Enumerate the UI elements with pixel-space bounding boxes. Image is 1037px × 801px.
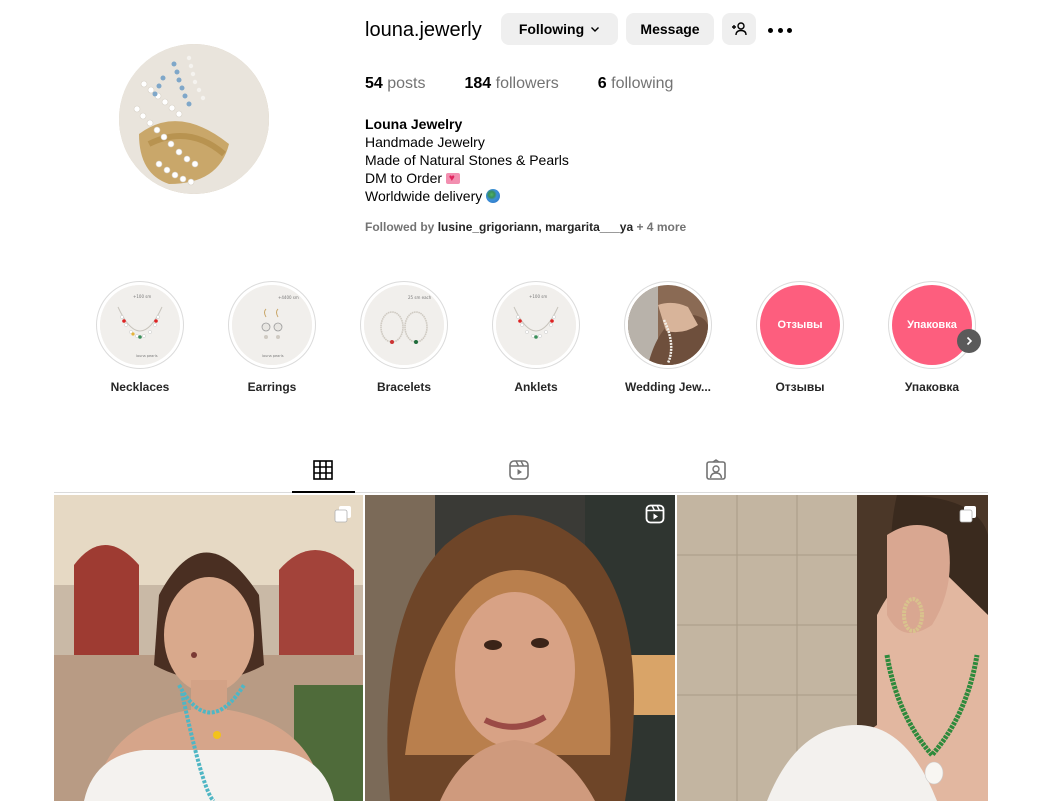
svg-text:+100 sm: +100 sm (133, 294, 151, 299)
reels-icon (509, 460, 529, 480)
following-button[interactable]: Following (501, 13, 618, 45)
earrings-card-icon: +4400 sm louna pearls (232, 285, 312, 365)
highlight-label: Anklets (514, 380, 558, 394)
necklace-card-icon: +100 sm louna pearls (100, 285, 180, 365)
bio-line: Handmade Jewelry (365, 134, 485, 150)
tab-reels[interactable] (508, 459, 532, 483)
post-photo-pearl-earring-green-necklace (677, 495, 988, 801)
anklets-card-icon: +100 sm (496, 285, 576, 365)
add-user-button[interactable] (722, 13, 756, 45)
svg-text:+4400 sm: +4400 sm (278, 295, 299, 300)
following-count[interactable]: 6 following (598, 75, 674, 93)
carousel-icon (334, 506, 351, 523)
message-button-label: Message (640, 21, 700, 37)
svg-text:25 sm each: 25 sm each (408, 295, 432, 300)
highlight-label: Earrings (247, 380, 297, 394)
posts-count: 54 posts (365, 75, 426, 92)
carousel-icon (959, 506, 976, 523)
post-thumbnail[interactable] (677, 495, 988, 801)
tagged-icon (706, 459, 726, 480)
message-button[interactable]: Message (626, 13, 714, 45)
avatar-pearl-necklaces-image (119, 44, 269, 194)
bracelets-card-icon: 25 sm each (364, 285, 444, 365)
profile-page: louna.jewerly Following Message 54 posts… (0, 0, 1037, 801)
followed-by-user: lusine_grigoriann (437, 220, 539, 234)
highlight-wedding-jewelry[interactable]: Wedding Jew... (623, 281, 713, 394)
highlight-necklaces[interactable]: +100 sm louna pearls Necklaces (95, 281, 185, 394)
svg-text:louna pearls: louna pearls (262, 354, 284, 358)
post-thumbnail[interactable] (54, 495, 363, 801)
profile-stats: 54 posts 184 followers 6 following (365, 75, 673, 93)
grid-icon (313, 460, 333, 480)
active-tab-indicator (292, 491, 355, 493)
bio-line: Worldwide delivery (365, 187, 569, 205)
bio-name: Louna Jewelry (365, 116, 463, 132)
profile-bio: Louna Jewelry Handmade Jewelry Made of N… (365, 115, 569, 205)
bio-line: Made of Natural Stones & Pearls (365, 152, 569, 168)
wedding-photo-icon (628, 285, 708, 365)
post-thumbnail[interactable] (365, 495, 675, 801)
post-photo-woman-selfie-video (365, 495, 675, 801)
profile-username: louna.jewerly (365, 19, 482, 41)
highlight-label: Bracelets (376, 380, 432, 394)
highlight-label: Necklaces (110, 380, 170, 394)
tab-posts[interactable] (312, 459, 336, 483)
highlight-label: Отзывы (775, 380, 825, 394)
highlight-bracelets[interactable]: 25 sm each Bracelets (359, 281, 449, 394)
bio-line: DM to Order (365, 169, 569, 188)
chevron-right-icon (966, 336, 973, 346)
more-options-icon[interactable] (768, 27, 792, 33)
tabs-divider (54, 492, 988, 493)
add-user-icon (732, 22, 747, 36)
globe-emoji-icon (486, 189, 501, 203)
highlights-next-button[interactable] (957, 329, 981, 353)
post-photo-woman-turquoise-necklace (54, 495, 363, 801)
love-letter-emoji-icon (445, 170, 460, 188)
highlight-reviews[interactable]: Отзывы Отзывы (755, 281, 845, 394)
highlight-cover-text: Упаковка (907, 319, 957, 331)
svg-text:+100 sm: +100 sm (529, 294, 547, 299)
highlight-cover-text: Отзывы (777, 319, 823, 331)
followed-by-user: margarita___ya (545, 220, 634, 234)
highlight-label: Wedding Jew... (624, 380, 711, 394)
highlight-anklets[interactable]: +100 sm Anklets (491, 281, 581, 394)
followed-by[interactable]: Followed by lusine_grigoriann, margarita… (365, 220, 686, 234)
highlight-earrings[interactable]: +4400 sm louna pearls Earrings (227, 281, 317, 394)
tab-tagged[interactable] (705, 459, 729, 483)
chevron-down-icon (591, 27, 600, 32)
profile-avatar[interactable] (119, 44, 269, 194)
svg-text:louna pearls: louna pearls (136, 354, 158, 358)
followers-count[interactable]: 184 followers (465, 75, 559, 93)
reel-icon (645, 504, 665, 524)
highlight-label: Упаковка (904, 380, 960, 394)
following-button-label: Following (518, 21, 585, 37)
